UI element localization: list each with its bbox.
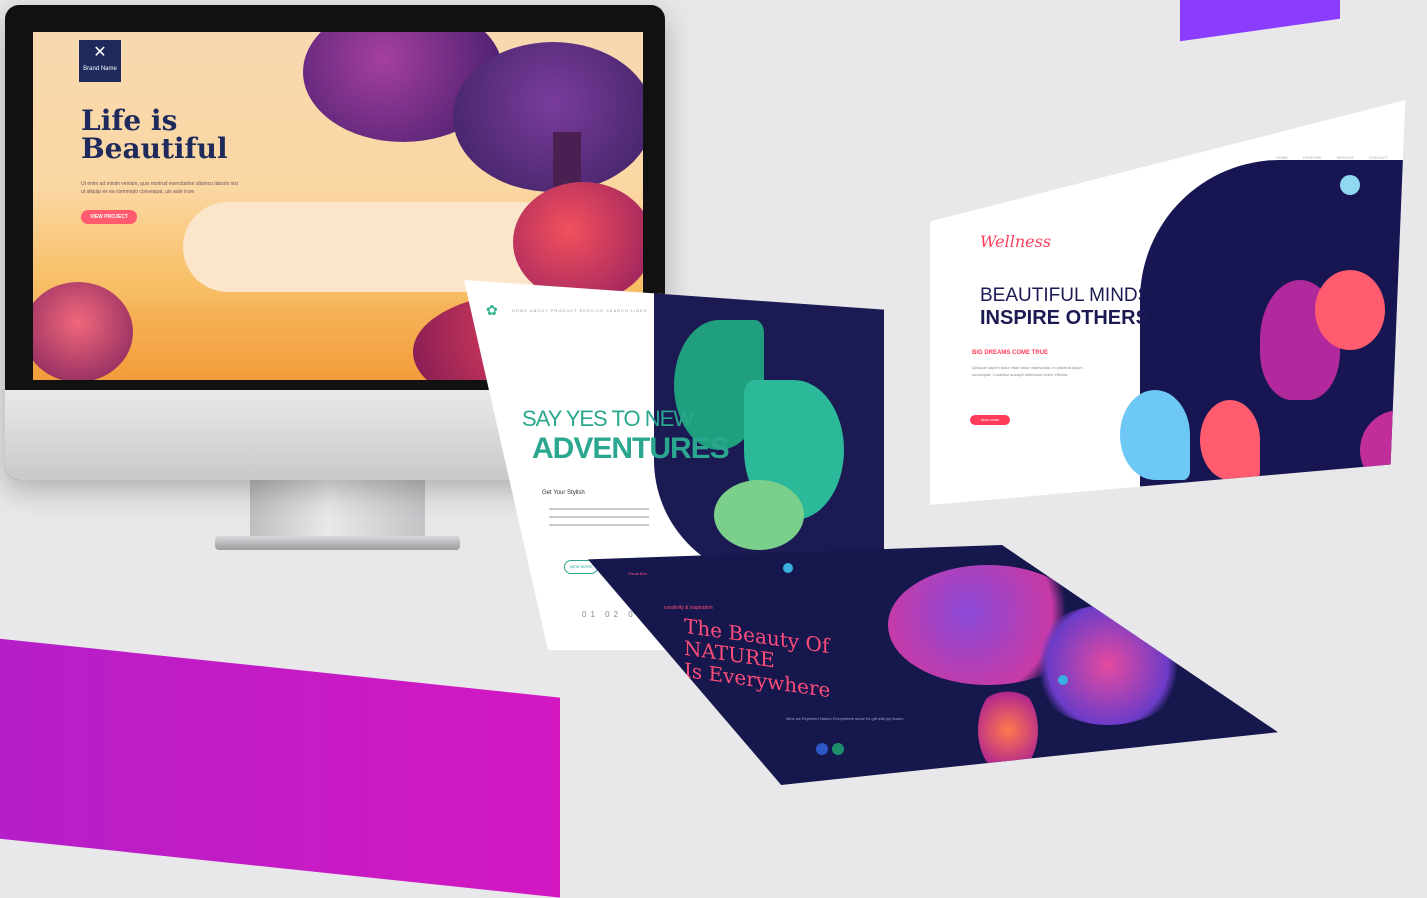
wellness-dark-bg: [1120, 160, 1406, 490]
text-line: [549, 524, 649, 526]
adventures-body-lines: [549, 508, 649, 532]
leaf-lime: [714, 480, 804, 550]
leaf-orange: [978, 685, 1038, 775]
plant-left: [33, 282, 133, 380]
woman-hair: [1315, 270, 1385, 350]
wellness-tagline: BIG DREAMS COME TRUE: [972, 350, 1049, 356]
nature-logo[interactable]: Visual Bee: [628, 571, 647, 576]
wellness-title-line2: INSPIRE OTHERS: [980, 307, 1149, 329]
next-arrow-button[interactable]: [832, 743, 844, 755]
adventures-nav[interactable]: HOME ABOUT PRODUCT SERVICE SEARCH LINKS: [512, 308, 647, 313]
blue-dot-2: [1058, 675, 1068, 685]
hero-title: Life is Beautiful: [81, 107, 228, 163]
brand-logo-box[interactable]: ✕ Brand Name: [79, 40, 121, 82]
hero-body-text: Ut enim ad minim veniam, quis nostrud ex…: [81, 181, 239, 195]
purple-corner-band: [0, 632, 560, 898]
leaves-cluster-2: [1028, 605, 1188, 725]
nature-body-text: Mine we Expected Nature Everywhere show …: [786, 716, 904, 721]
view-project-button[interactable]: VIEW PROJECT: [81, 210, 137, 224]
monitor-stand-neck: [250, 478, 425, 538]
prev-arrow-button[interactable]: [816, 743, 828, 755]
adventures-title-line1: SAY YES TO NEW: [522, 406, 694, 431]
nature-title: The Beauty Of NATURE Is Everywhere: [684, 614, 830, 703]
tree-canopy-2: [453, 42, 643, 192]
leaf-magenta: [1360, 410, 1406, 490]
purple-top-shape: [1180, 0, 1340, 42]
leaf-coral: [1200, 400, 1260, 480]
blue-dot: [783, 563, 793, 573]
wellness-body-text: Quisque sapien dolor vitae dolor malesua…: [972, 365, 1083, 377]
monitor-stand-base: [215, 536, 460, 550]
brand-name: Brand Name: [83, 66, 117, 72]
hero-title-line1: Life is: [81, 104, 178, 137]
nature-page-card: Visual Bee creativity & inspiration The …: [588, 545, 1278, 785]
read-more-button[interactable]: READ MORE: [970, 415, 1010, 425]
leaf-blue: [1120, 390, 1190, 480]
wellness-page-card: HOME FEATURE SERVICE CONTACT ABOUT Welln…: [930, 100, 1406, 505]
text-line: [549, 516, 649, 518]
wellness-title-line1: BEAUTIFUL MINDS: [980, 285, 1151, 306]
wellness-logo[interactable]: Wellness: [980, 232, 1051, 251]
adventures-logo-icon[interactable]: ✿: [486, 302, 498, 319]
brand-logo-icon: ✕: [93, 44, 107, 61]
moon-circle: [1340, 175, 1360, 195]
wellness-nav[interactable]: HOME FEATURE SERVICE CONTACT ABOUT: [1276, 155, 1405, 160]
text-line: [549, 508, 649, 510]
hero-title-line2: Beautiful: [81, 132, 228, 165]
adventures-title-line2: ADVENTURES: [532, 432, 730, 465]
nature-kicker: creativity & inspiration: [664, 605, 713, 611]
adventures-subtitle: Get Your Stylish: [542, 490, 585, 496]
bush: [513, 182, 643, 302]
